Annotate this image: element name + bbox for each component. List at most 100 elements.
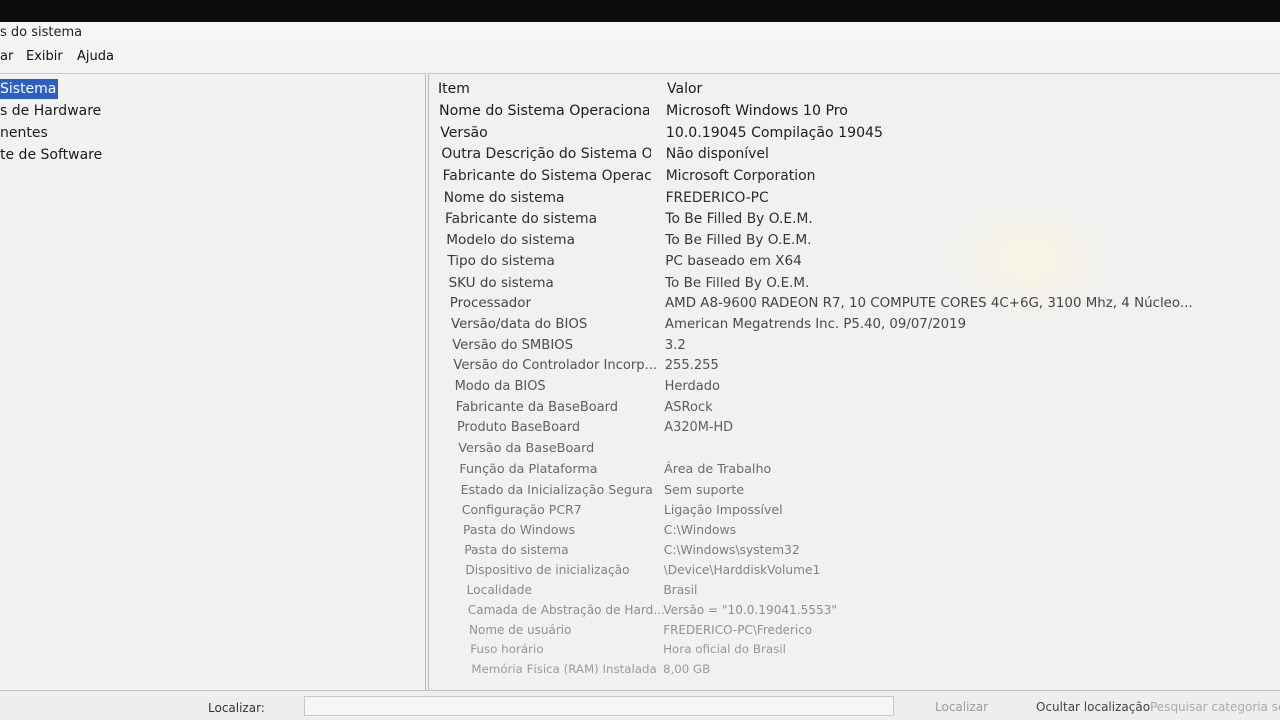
row-item-label: Fuso horário	[470, 642, 544, 657]
tree-item-resumo-do-sistema[interactable]: Sistema	[0, 79, 59, 99]
row-value: To Be Filled By O.E.M.	[665, 210, 813, 227]
table-row[interactable]: Função da Plataforma Área de Trabalho	[429, 459, 1280, 481]
row-item-label: Fabricante do Sistema Operaci...	[442, 168, 653, 184]
row-value: C:\Windows	[663, 522, 737, 538]
table-row[interactable]: Configuração PCR7 Ligação Impossível	[429, 500, 1280, 522]
row-item-label: Localidade	[466, 583, 533, 598]
table-row[interactable]: Versão do Controlador Incorp... 255.255	[429, 356, 1280, 378]
table-row[interactable]: SKU do sistema To Be Filled By O.E.M.	[429, 273, 1280, 295]
table-row[interactable]: Camada de Abstração de Hard... Versão = "…	[429, 600, 1280, 622]
row-item-label: Nome do Sistema Operacional	[439, 103, 649, 119]
row-value: Versão = "10.0.19041.5553"	[663, 603, 837, 617]
row-item-label: Fabricante do sistema	[445, 210, 598, 227]
row-value: Brasil	[663, 583, 698, 598]
title-bar: s do sistema	[0, 22, 1280, 44]
row-item-label: Memória Física (RAM) Instalada	[471, 662, 657, 676]
row-item-label: Processador	[449, 295, 531, 311]
row-item-label: Nome do sistema	[443, 189, 565, 206]
category-tree: Sistema s de Hardware nentes te de Softw…	[0, 73, 426, 691]
row-item-label: Outra Descrição do Sistema O...	[441, 146, 652, 163]
table-row[interactable]: Nome do Sistema Operacional Microsoft Win…	[429, 101, 1280, 123]
row-value: 3.2	[664, 337, 686, 353]
row-value: To Be Filled By O.E.M.	[665, 232, 812, 249]
tree-item-componentes[interactable]: nentes	[0, 123, 50, 143]
table-row[interactable]: Tipo do sistema PC baseado em X64	[429, 251, 1280, 273]
table-row[interactable]: Produto BaseBoard A320M-HD	[429, 418, 1280, 440]
table-row[interactable]: Modelo do sistema To Be Filled By O.E.M.	[429, 230, 1280, 252]
row-item-label: Modo da BIOS	[454, 379, 546, 395]
table-row[interactable]: Versão do SMBIOS 3.2	[429, 336, 1280, 358]
row-value: Não disponível	[665, 146, 769, 163]
row-item-label: Fabricante da BaseBoard	[455, 399, 619, 415]
row-value: Hora oficial do Brasil	[663, 642, 786, 657]
table-row[interactable]: Outra Descrição do Sistema O... Não dispo…	[429, 144, 1280, 166]
row-item-label: Dispositivo de inicialização	[465, 563, 630, 578]
find-label: Localizar:	[208, 701, 265, 715]
row-value: FREDERICO-PC\Frederico	[663, 622, 813, 637]
table-row[interactable]: Nome do sistema FREDERICO-PC	[429, 188, 1280, 210]
row-item-label: Nome de usuário	[469, 622, 572, 637]
find-button[interactable]: Localizar	[935, 700, 988, 714]
window-title: s do sistema	[0, 25, 83, 40]
row-value: FREDERICO-PC	[665, 189, 769, 206]
row-value: Sem suporte	[664, 481, 745, 497]
table-row[interactable]: Modo da BIOS Herdado	[429, 377, 1280, 399]
row-item-label: Versão	[440, 124, 488, 141]
find-bar: Localizar: Localizar Ocultar localização…	[0, 690, 1280, 720]
row-item-label: Configuração PCR7	[461, 501, 582, 517]
row-item-label: Pasta do Windows	[463, 522, 576, 538]
table-row[interactable]: Fabricante do sistema To Be Filled By O.E…	[429, 209, 1280, 231]
column-header-value[interactable]: Valor	[667, 81, 702, 97]
row-value: \Device\HarddiskVolume1	[663, 563, 821, 578]
table-row[interactable]: Estado da Inicialização Segura Sem suport…	[429, 480, 1280, 502]
row-item-label: Estado da Inicialização Segura	[460, 481, 653, 497]
row-value: 10.0.19045 Compilação 19045	[665, 124, 883, 141]
row-value: Ligação Impossível	[663, 501, 783, 517]
row-item-label: Modelo do sistema	[446, 232, 575, 249]
row-value: To Be Filled By O.E.M.	[665, 274, 810, 291]
row-value: AMD A8-9600 RADEON R7, 10 COMPUTE CORES …	[665, 295, 1193, 311]
row-item-label: Produto BaseBoard	[457, 420, 581, 436]
table-row[interactable]: Versão/data do BIOS American Megatrends I…	[429, 315, 1280, 337]
column-header-item[interactable]: Item	[438, 81, 470, 97]
tree-item-ambiente-de-software[interactable]: te de Software	[0, 145, 104, 165]
table-row[interactable]: Versão 10.0.19045 Compilação 19045	[429, 123, 1280, 145]
table-row[interactable]: Processador AMD A8-9600 RADEON R7, 10 COM…	[429, 294, 1280, 316]
row-item-label: Camada de Abstração de Hard...	[467, 603, 665, 617]
table-row[interactable]: Nome de usuário FREDERICO-PC\Frederico	[429, 620, 1280, 642]
row-value: Microsoft Windows 10 Pro	[666, 103, 848, 119]
row-item-label: Versão do Controlador Incorp...	[453, 358, 658, 374]
row-value: Área de Trabalho	[664, 461, 772, 477]
row-value: A320M-HD	[664, 420, 734, 436]
row-item-label: Função da Plataforma	[459, 461, 598, 477]
row-value: 8,00 GB	[663, 662, 711, 676]
row-value: ASRock	[664, 399, 713, 415]
row-item-label: Tipo do sistema	[447, 253, 555, 270]
table-row[interactable]: Versão da BaseBoard	[429, 439, 1280, 461]
table-row[interactable]: Pasta do Windows C:\Windows	[429, 520, 1280, 542]
menu-bar: ar Exibir Ajuda	[0, 44, 1280, 72]
row-item-label: Pasta do sistema	[464, 543, 569, 558]
find-input[interactable]	[304, 696, 894, 716]
search-selected-checkbox[interactable]: Pesquisar categoria selecionada somente	[1150, 700, 1280, 714]
row-value: Microsoft Corporation	[665, 168, 816, 184]
menu-exibir[interactable]: Exibir	[26, 49, 63, 64]
row-value: C:\Windows\system32	[663, 543, 800, 558]
row-value: American Megatrends Inc. P5.40, 09/07/20…	[664, 316, 967, 332]
table-row[interactable]: Memória Física (RAM) Instalada 8,00 GB	[429, 659, 1280, 681]
row-item-label: Versão/data do BIOS	[451, 316, 588, 332]
details-list: Item Valor Nome do Sistema Operacional Mi…	[428, 73, 1280, 691]
system-information-window: s do sistema ar Exibir Ajuda Sistema s d…	[0, 22, 1280, 720]
menu-editar[interactable]: ar	[0, 49, 13, 64]
menu-ajuda[interactable]: Ajuda	[77, 49, 114, 64]
table-row[interactable]: Dispositivo de inicialização \Device\Hard…	[429, 560, 1280, 582]
table-row[interactable]: Pasta do sistema C:\Windows\system32	[429, 540, 1280, 562]
table-row[interactable]: Fabricante do Sistema Operaci... Microsof…	[429, 166, 1280, 188]
table-row[interactable]: Fabricante da BaseBoard ASRock	[429, 398, 1280, 420]
row-item-label: Versão da BaseBoard	[458, 440, 595, 456]
tree-item-recursos-de-hardware[interactable]: s de Hardware	[0, 101, 103, 121]
row-item-label: Versão do SMBIOS	[452, 337, 573, 353]
hide-find-button[interactable]: Ocultar localização	[1036, 700, 1150, 714]
row-item-label: SKU do sistema	[448, 274, 554, 291]
table-row[interactable]: Localidade Brasil	[429, 580, 1280, 602]
